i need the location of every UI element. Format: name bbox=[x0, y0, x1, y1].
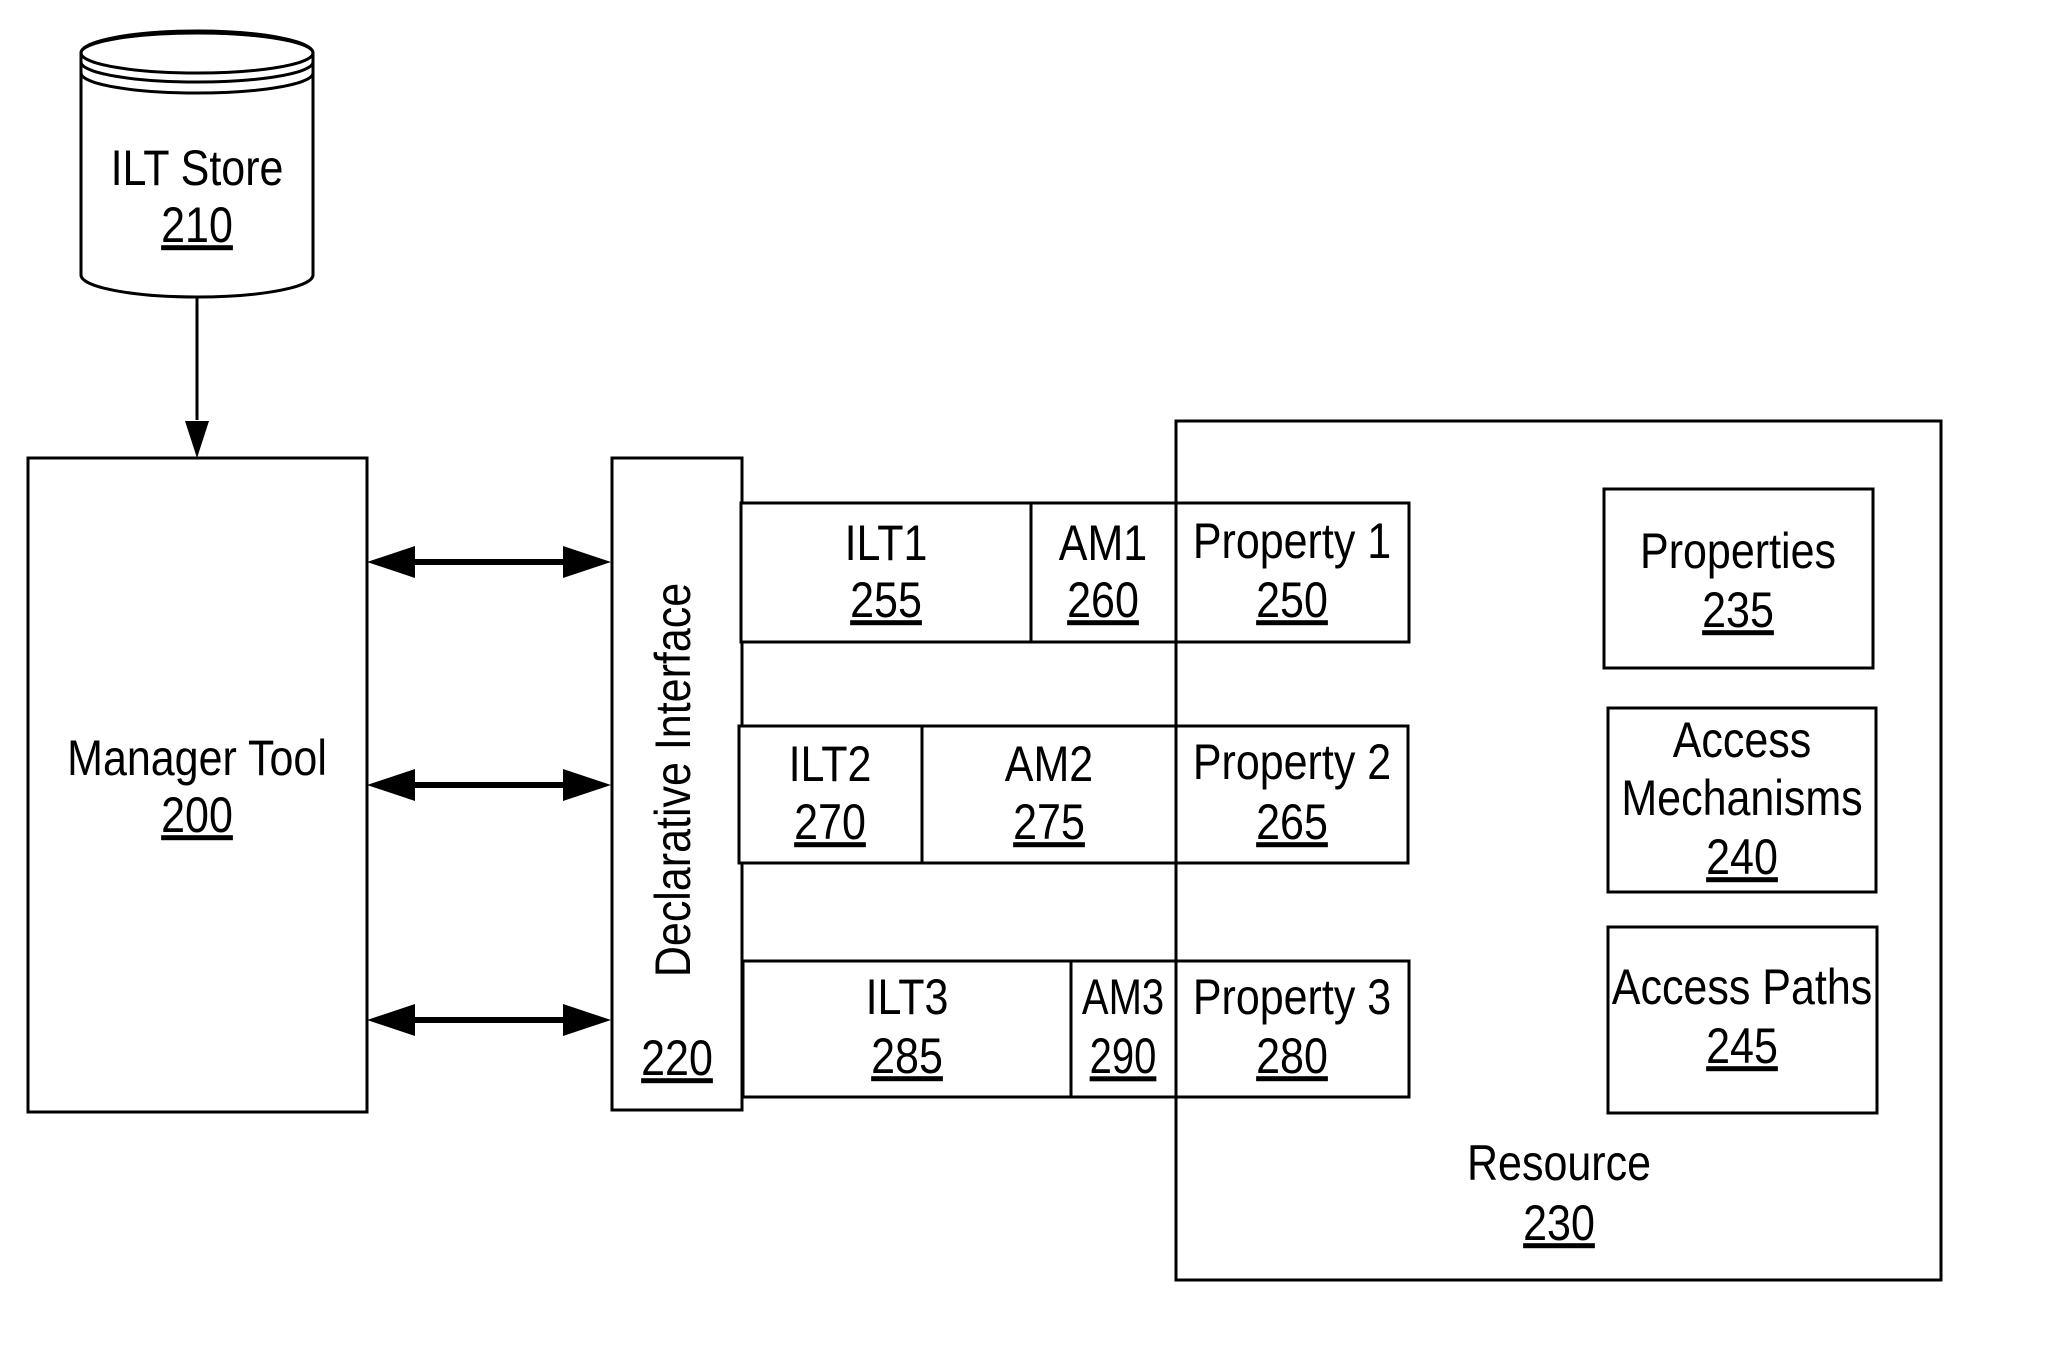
property2-node[interactable]: Property 2 265 bbox=[1174, 724, 1410, 865]
properties-node[interactable]: Properties 235 bbox=[1602, 487, 1875, 670]
am2-label: AM2 bbox=[1005, 736, 1093, 792]
am3-label: AM3 bbox=[1082, 969, 1164, 1025]
arrowhead-right-icon bbox=[563, 1004, 611, 1036]
am1-ref: 260 bbox=[1067, 572, 1139, 628]
resource-label: Resource bbox=[1467, 1135, 1651, 1191]
manager-tool-label: Manager Tool bbox=[67, 730, 327, 786]
access-paths-ref: 245 bbox=[1706, 1018, 1778, 1074]
ilt1-ref: 255 bbox=[850, 572, 922, 628]
declarative-interface-label: Declarative Interface bbox=[645, 583, 701, 977]
access-mechanisms-label-line-2: Mechanisms bbox=[1621, 770, 1862, 826]
ilt2-ref: 270 bbox=[794, 794, 866, 850]
ilt-store-node[interactable]: ILT Store 210 bbox=[79, 29, 315, 299]
resource-ref: 230 bbox=[1523, 1195, 1595, 1251]
bidirectional-arrow-2 bbox=[367, 769, 611, 801]
manager-tool-node[interactable]: Manager Tool 200 bbox=[26, 456, 369, 1114]
ilt1-node[interactable]: ILT1 255 bbox=[739, 501, 1033, 644]
declarative-interface-ref: 220 bbox=[641, 1030, 713, 1086]
property1-label: Property 1 bbox=[1193, 513, 1391, 569]
properties-ref: 235 bbox=[1702, 582, 1774, 638]
access-mechanisms-node[interactable]: Access Mechanisms 240 bbox=[1606, 706, 1878, 894]
bidirectional-arrow-3 bbox=[367, 1004, 611, 1036]
access-paths-node[interactable]: Access Paths 245 bbox=[1606, 925, 1879, 1115]
property1-ref: 250 bbox=[1256, 572, 1328, 628]
access-mechanisms-ref: 240 bbox=[1706, 829, 1778, 885]
arrowhead-left-icon bbox=[367, 769, 415, 801]
row-2: ILT2 270 AM2 275 Property 2 265 bbox=[737, 724, 1410, 865]
bidirectional-arrow-1 bbox=[367, 546, 611, 578]
row-3: ILT3 285 AM3 290 Property 3 280 bbox=[741, 959, 1411, 1099]
ilt1-label: ILT1 bbox=[845, 515, 928, 571]
am3-node[interactable]: AM3 290 bbox=[1069, 959, 1178, 1099]
am1-node[interactable]: AM1 260 bbox=[1029, 501, 1178, 644]
am1-label: AM1 bbox=[1059, 515, 1147, 571]
ilt-store-ref: 210 bbox=[161, 197, 233, 253]
ilt3-node[interactable]: ILT3 285 bbox=[741, 959, 1073, 1099]
properties-label: Properties bbox=[1640, 523, 1836, 579]
manager-tool-ref: 200 bbox=[161, 787, 233, 843]
ilt3-ref: 285 bbox=[871, 1028, 943, 1084]
declarative-interface-node[interactable]: Declarative Interface 220 bbox=[610, 456, 744, 1112]
am2-ref: 275 bbox=[1013, 794, 1085, 850]
property2-label: Property 2 bbox=[1193, 734, 1391, 790]
ilt3-label: ILT3 bbox=[866, 969, 949, 1025]
property3-label: Property 3 bbox=[1193, 969, 1391, 1025]
ilt2-node[interactable]: ILT2 270 bbox=[737, 724, 924, 865]
diagram-canvas: ILT Store 210 Manager Tool 200 Declarati… bbox=[26, 29, 1943, 1282]
am2-node[interactable]: AM2 275 bbox=[920, 724, 1178, 865]
access-paths-label: Access Paths bbox=[1612, 959, 1872, 1015]
property3-node[interactable]: Property 3 280 bbox=[1174, 959, 1411, 1099]
arrowhead-down-icon bbox=[185, 421, 209, 458]
am3-ref: 290 bbox=[1090, 1028, 1157, 1084]
row-1: ILT1 255 AM1 260 Property 1 250 bbox=[739, 501, 1411, 644]
access-mechanisms-label-line-1: Access bbox=[1673, 712, 1812, 768]
property3-ref: 280 bbox=[1256, 1028, 1328, 1084]
store-to-manager-arrow bbox=[185, 297, 209, 458]
arrowhead-right-icon bbox=[563, 769, 611, 801]
ilt-store-label: ILT Store bbox=[111, 140, 284, 196]
ilt2-label: ILT2 bbox=[789, 736, 872, 792]
arrowhead-left-icon bbox=[367, 546, 415, 578]
arrowhead-left-icon bbox=[367, 1004, 415, 1036]
arrowhead-right-icon bbox=[563, 546, 611, 578]
property2-ref: 265 bbox=[1256, 794, 1328, 850]
property1-node[interactable]: Property 1 250 bbox=[1174, 501, 1411, 644]
